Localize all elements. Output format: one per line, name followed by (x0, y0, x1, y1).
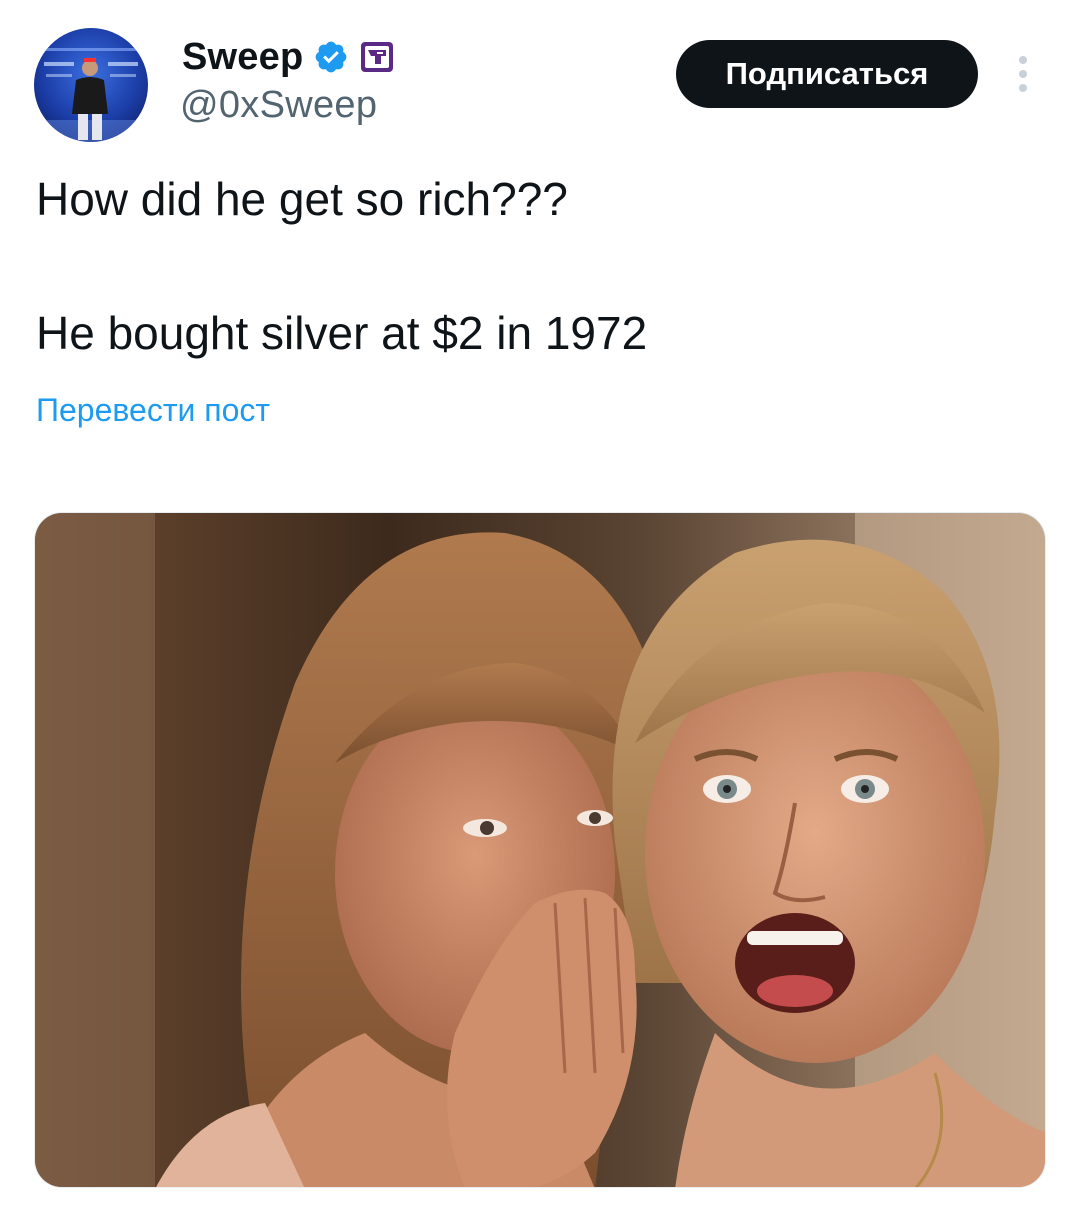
display-name[interactable]: Sweep (182, 36, 303, 79)
tweet-media-photo[interactable] (34, 512, 1046, 1188)
photo-image (35, 513, 1045, 1187)
verified-badge-icon (316, 41, 347, 73)
author-name-row: Sweep (182, 34, 395, 80)
more-vertical-icon[interactable] (1012, 52, 1034, 96)
author-handle[interactable]: @0xSweep (180, 84, 377, 127)
affiliate-badge-icon (361, 42, 394, 72)
tweet-text-line-2: He bought silver at $2 in 1972 (36, 307, 648, 359)
tweet-card: Sweep @0xSweep Подписаться How did he ge… (0, 0, 1080, 1221)
translate-post-link[interactable]: Перевести пост (36, 392, 270, 429)
avatar[interactable] (34, 28, 148, 142)
tweet-text-line-1: How did he get so rich??? (36, 173, 568, 225)
avatar-photo-icon (34, 28, 148, 142)
follow-button[interactable]: Подписаться (676, 40, 978, 108)
